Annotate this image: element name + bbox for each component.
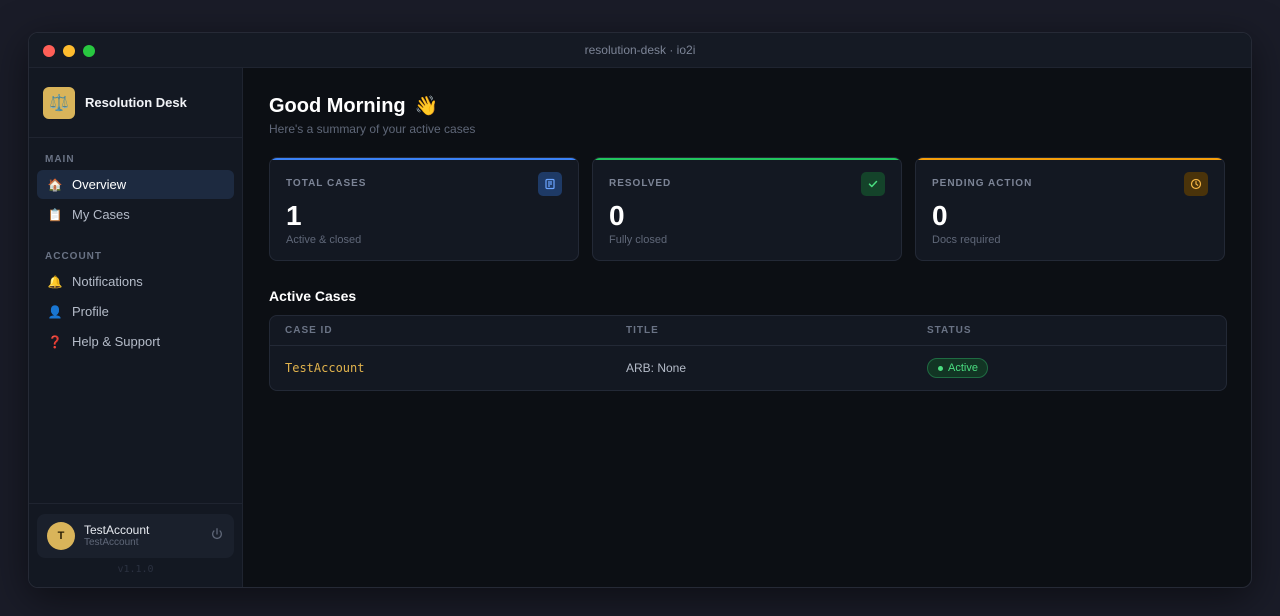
brand-name: Resolution Desk xyxy=(85,95,187,110)
question-icon: ❓ xyxy=(47,334,63,349)
case-title-cell: ARB: None xyxy=(626,361,927,375)
case-id-cell: TestAccount xyxy=(270,361,626,375)
power-icon[interactable] xyxy=(210,527,224,541)
sidebar-item-label: Notifications xyxy=(72,274,143,289)
stat-card-total-cases: TOTAL CASES 1 Active & closed xyxy=(269,157,579,261)
stat-card-label: PENDING ACTION xyxy=(932,178,1033,189)
nav-heading-account: ACCOUNT xyxy=(45,251,102,262)
nav-heading-main: MAIN xyxy=(45,154,75,165)
table-row[interactable]: TestAccount ARB: None Active xyxy=(270,346,1226,390)
stat-card-subtitle: Fully closed xyxy=(609,234,668,246)
section-title-active-cases: Active Cases xyxy=(269,288,357,304)
sidebar-item-notifications[interactable]: 🔔 Notifications xyxy=(37,267,234,296)
sidebar-item-overview[interactable]: 🏠 Overview xyxy=(37,170,234,199)
status-badge: Active xyxy=(927,358,988,378)
document-icon xyxy=(538,172,562,196)
scales-icon: ⚖️ xyxy=(43,86,75,119)
sidebar: ⚖️ Resolution Desk MAIN 🏠 Overview 📋 My … xyxy=(29,68,243,587)
checkmark-icon xyxy=(861,172,885,196)
window-title: resolution-desk · io2i xyxy=(584,43,696,57)
main-content: Good Morning 👋 Here's a summary of your … xyxy=(243,68,1251,587)
sidebar-item-label: My Cases xyxy=(72,207,130,222)
app-version: v1.1.0 xyxy=(117,564,154,575)
stat-card-value: 0 xyxy=(609,200,625,231)
greeting-text: Good Morning xyxy=(269,94,406,117)
stat-card-subtitle: Docs required xyxy=(932,234,1001,246)
clipboard-icon: 📋 xyxy=(47,207,63,222)
stat-card-resolved: RESOLVED 0 Fully closed xyxy=(592,157,902,261)
stat-card-value: 0 xyxy=(932,200,948,231)
stat-cards: TOTAL CASES 1 Active & closed RESOLVED 0… xyxy=(269,157,1225,261)
home-icon: 🏠 xyxy=(47,177,63,192)
sidebar-footer: T TestAccount TestAccount v1.1.0 xyxy=(29,503,242,587)
user-card[interactable]: T TestAccount TestAccount xyxy=(37,514,234,558)
sidebar-item-my-cases[interactable]: 📋 My Cases xyxy=(37,200,234,229)
user-text: TestAccount TestAccount xyxy=(84,522,150,549)
column-header-case-id: CASE ID xyxy=(285,325,333,336)
app-window: resolution-desk · io2i ⚖️ Resolution Des… xyxy=(28,32,1252,588)
user-name: TestAccount xyxy=(84,522,150,537)
status-label: Active xyxy=(948,362,978,374)
bell-icon: 🔔 xyxy=(47,274,63,289)
stat-card-value: 1 xyxy=(286,200,302,231)
wave-icon: 👋 xyxy=(414,96,439,117)
sidebar-item-label: Help & Support xyxy=(72,334,161,349)
sidebar-item-label: Profile xyxy=(72,304,109,319)
table-header: CASE ID TITLE STATUS xyxy=(270,316,1226,346)
sidebar-item-help-support[interactable]: ❓ Help & Support xyxy=(37,327,234,356)
stat-card-pending-action: PENDING ACTION 0 Docs required xyxy=(915,157,1225,261)
nav-section-main: MAIN 🏠 Overview 📋 My Cases xyxy=(29,154,242,229)
sidebar-item-label: Overview xyxy=(72,177,127,192)
active-cases-table: CASE ID TITLE STATUS TestAccount ARB: No… xyxy=(269,315,1227,391)
column-header-title: TITLE xyxy=(626,325,659,336)
title-bar: resolution-desk · io2i xyxy=(29,33,1251,68)
avatar: T xyxy=(47,522,75,550)
case-id-link[interactable]: TestAccount xyxy=(285,361,364,375)
case-title: ARB: None xyxy=(626,361,687,375)
stat-card-subtitle: Active & closed xyxy=(286,234,362,246)
brand: ⚖️ Resolution Desk xyxy=(29,68,242,138)
status-cell: Active xyxy=(927,358,1226,378)
page-title: Good Morning 👋 xyxy=(269,94,1225,118)
user-subtitle: TestAccount xyxy=(84,537,139,549)
user-icon: 👤 xyxy=(47,304,63,319)
clock-icon xyxy=(1184,172,1208,196)
nav-section-account: ACCOUNT 🔔 Notifications 👤 Profile ❓ Help… xyxy=(29,251,242,356)
column-header-status: STATUS xyxy=(927,325,972,336)
stat-card-label: RESOLVED xyxy=(609,178,672,189)
status-dot-icon xyxy=(938,365,943,371)
sidebar-item-profile[interactable]: 👤 Profile xyxy=(37,297,234,326)
page-subtitle: Here's a summary of your active cases xyxy=(269,122,476,136)
stat-card-label: TOTAL CASES xyxy=(286,178,367,189)
